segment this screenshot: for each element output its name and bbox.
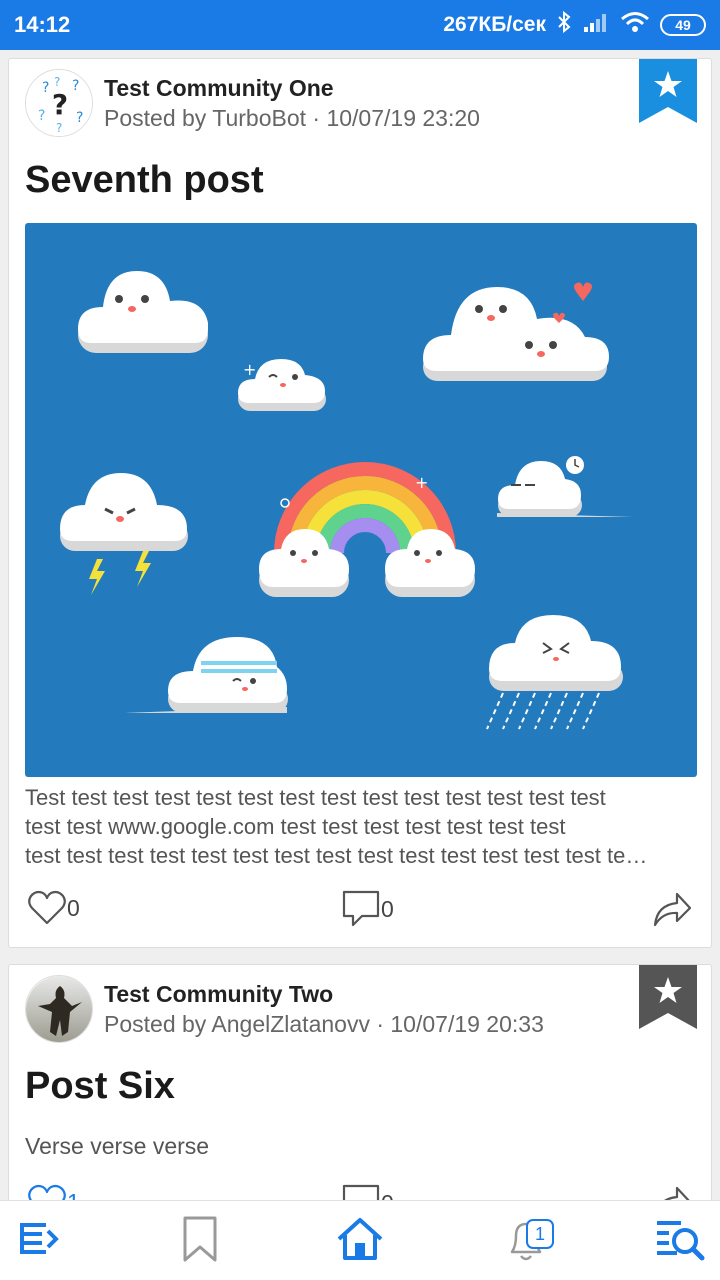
share-button[interactable]: [651, 889, 693, 929]
svg-text:?: ?: [42, 80, 49, 96]
post-image[interactable]: + +: [25, 223, 697, 777]
comment-button[interactable]: 0: [341, 889, 394, 929]
post-body-line: Test test test test test test test test …: [25, 785, 606, 810]
svg-text:+: +: [415, 473, 428, 492]
svg-text:?: ?: [56, 121, 62, 135]
post-card[interactable]: Test Community Two Posted by AngelZlatan…: [8, 964, 712, 1200]
comment-icon: [341, 889, 381, 929]
community-name[interactable]: Test Community One: [104, 75, 334, 102]
post-card[interactable]: ? ? ? ? ? ? ? Test Community One Posted …: [8, 58, 712, 948]
nav-notifications-button[interactable]: 1: [496, 1213, 556, 1269]
status-time: 14:12: [14, 12, 71, 37]
wifi-icon: [620, 11, 650, 39]
bookmark-ribbon-icon[interactable]: [639, 965, 697, 1029]
heart-icon: [27, 1183, 67, 1200]
search-icon: [655, 1217, 705, 1266]
post-body-line: test test www.google.com test test test …: [25, 814, 566, 839]
status-bar: 14:12 267КБ/сек 49: [0, 0, 720, 50]
svg-text:?: ?: [76, 110, 83, 126]
signal-icon: [582, 11, 610, 39]
post-feed[interactable]: ? ? ? ? ? ? ? Test Community One Posted …: [0, 50, 720, 1200]
nav-search-button[interactable]: [650, 1213, 710, 1269]
community-name[interactable]: Test Community Two: [104, 981, 333, 1008]
post-meta: Posted by TurboBot · 10/07/19 23:20: [104, 105, 480, 131]
nav-home-button[interactable]: [330, 1213, 390, 1269]
like-button[interactable]: 1: [27, 1183, 80, 1200]
bluetooth-icon: [556, 10, 572, 40]
bottom-nav: 1: [0, 1200, 720, 1280]
cloud-illustration: [78, 271, 208, 353]
menu-icon: [18, 1219, 62, 1264]
post-actions: 0 0: [25, 887, 695, 933]
share-icon: [651, 889, 693, 929]
battery-icon: 49: [660, 14, 706, 36]
svg-text:?: ?: [72, 78, 79, 94]
community-avatar[interactable]: ? ? ? ? ? ? ?: [25, 69, 93, 137]
like-button[interactable]: 0: [27, 889, 80, 927]
share-icon: [651, 1183, 693, 1200]
nav-menu-button[interactable]: [10, 1213, 70, 1269]
svg-text:+: +: [243, 360, 256, 379]
post-meta: Posted by AngelZlatanovv · 10/07/19 20:3…: [104, 1011, 544, 1037]
comment-count: 0: [381, 1190, 394, 1201]
svg-text:?: ?: [54, 75, 60, 89]
network-speed: 267КБ/сек: [443, 13, 546, 36]
nav-bookmarks-button[interactable]: [170, 1213, 230, 1269]
post-body[interactable]: Test test test test test test test test …: [25, 783, 701, 870]
comment-count: 0: [381, 895, 394, 922]
notification-badge: 1: [526, 1219, 554, 1249]
svg-text:?: ?: [52, 88, 68, 121]
like-count: 1: [67, 1189, 80, 1201]
share-button[interactable]: [651, 1183, 693, 1200]
post-actions: 1 0: [25, 1181, 695, 1200]
post-title[interactable]: Post Six: [25, 1065, 175, 1108]
comment-icon: [341, 1183, 381, 1200]
heart-icon: [27, 889, 67, 927]
post-title[interactable]: Seventh post: [25, 159, 264, 202]
bookmark-icon: [182, 1215, 218, 1268]
post-body[interactable]: Verse verse verse: [25, 1133, 209, 1160]
like-count: 0: [67, 894, 80, 921]
home-icon: [336, 1217, 384, 1266]
bookmark-ribbon-icon[interactable]: [639, 59, 697, 123]
svg-text:?: ?: [38, 108, 45, 124]
post-body-line: test test test test test test test test …: [25, 843, 648, 868]
community-avatar[interactable]: [25, 975, 93, 1043]
comment-button[interactable]: 0: [341, 1183, 394, 1200]
